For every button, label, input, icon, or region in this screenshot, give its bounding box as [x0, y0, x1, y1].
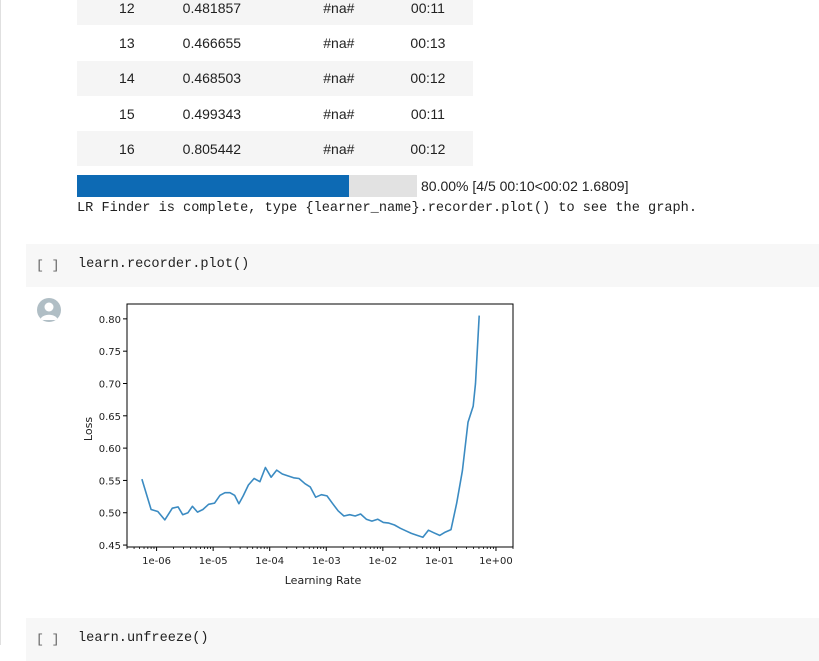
time-cell: 00:11	[410, 105, 445, 122]
code-cell-recorder-plot[interactable]: [ ] learn.recorder.plot()	[26, 244, 819, 287]
epoch-cell: 15	[119, 105, 135, 122]
train-loss-cell: 0.805442	[168, 131, 295, 167]
notebook-left-border	[0, 0, 1, 645]
y-tick-label: 0.80	[99, 315, 121, 326]
valid-loss-cell: #na#	[294, 131, 383, 167]
training-results-table: 12 0.481857 #na# 00:11 13 0.466655 #na# …	[77, 0, 473, 167]
x-tick-label: 1e-03	[312, 556, 341, 567]
train-loss-cell: 0.499343	[182, 105, 242, 122]
progress-bar-fill	[77, 175, 349, 197]
epoch-cell: 14	[77, 60, 169, 96]
valid-loss-cell: #na#	[294, 0, 383, 26]
time-cell: 00:11	[382, 0, 473, 26]
y-tick-label: 0.65	[99, 412, 121, 423]
progress-status-text: 80.00% [4/5 00:10<00:02 1.6809]	[421, 178, 629, 194]
lr-finder-message: LR Finder is complete, type {learner_nam…	[77, 201, 697, 216]
x-tick-label: 1e-04	[255, 556, 284, 567]
epoch-cell: 12	[77, 0, 169, 26]
cell-run-prompt[interactable]: [ ]	[36, 258, 59, 273]
y-tick-label: 0.70	[99, 379, 121, 390]
x-tick-label: 1e-06	[142, 556, 171, 567]
epoch-cell: 13	[119, 34, 135, 51]
x-tick-label: 1e-05	[199, 556, 228, 567]
table-row: 16 0.805442 #na# 00:12	[77, 131, 473, 167]
loss-curve-line	[141, 315, 480, 539]
valid-loss-cell: #na#	[323, 34, 355, 51]
table-row: 13 0.466655 #na# 00:13	[77, 25, 473, 60]
table-row: 14 0.468503 #na# 00:12	[77, 60, 473, 96]
code-cell-unfreeze[interactable]: [ ] learn.unfreeze()	[26, 618, 819, 661]
y-axis-label: Loss	[82, 417, 95, 441]
x-axis-label: Learning Rate	[285, 574, 362, 587]
epoch-cell: 16	[77, 131, 169, 167]
x-tick-label: 1e-01	[425, 556, 454, 567]
lr-finder-plot: Loss Learning Rate 0.45 0.50 0.55 0.60 0.65 0…	[82, 303, 514, 587]
y-tick-label: 0.75	[99, 347, 121, 358]
time-cell: 00:12	[382, 60, 473, 96]
train-loss-cell: 0.466655	[182, 34, 242, 51]
table-row: 12 0.481857 #na# 00:11	[77, 0, 473, 26]
valid-loss-cell: #na#	[294, 60, 383, 96]
cell-code-text[interactable]: learn.recorder.plot()	[78, 257, 249, 272]
valid-loss-cell: #na#	[323, 105, 355, 122]
train-loss-cell: 0.481857	[168, 0, 295, 26]
y-tick-label: 0.50	[99, 509, 121, 520]
lr-finder-progress-bar	[77, 175, 417, 197]
train-loss-cell: 0.468503	[168, 60, 295, 96]
cell-code-text[interactable]: learn.unfreeze()	[78, 631, 209, 646]
x-tick-label: 1e-02	[368, 556, 397, 567]
y-tick-label: 0.60	[99, 444, 121, 455]
table-row: 15 0.499343 #na# 00:11	[77, 96, 473, 131]
time-cell: 00:13	[410, 34, 446, 51]
time-cell: 00:12	[382, 131, 473, 167]
y-tick-label: 0.45	[99, 541, 121, 552]
user-avatar-icon	[37, 298, 61, 322]
y-tick-label: 0.55	[99, 476, 121, 487]
x-tick-label: 1e+00	[479, 556, 513, 567]
